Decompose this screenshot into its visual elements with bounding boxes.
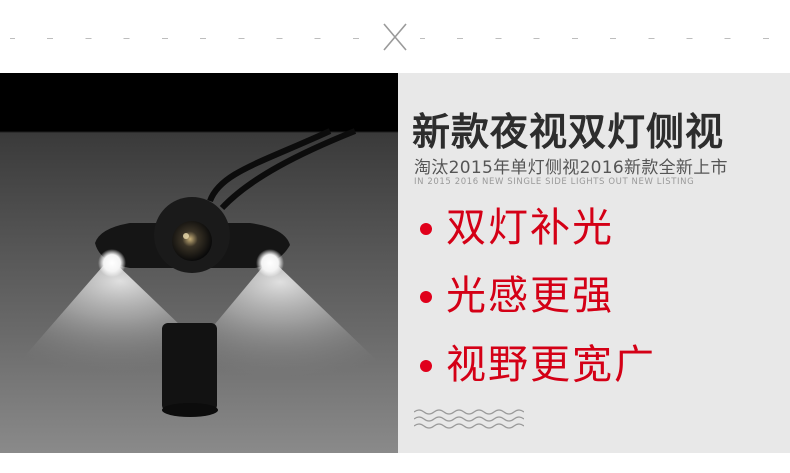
top-divider xyxy=(0,22,790,52)
panel-subtitle: 淘汰2015年单灯侧视2016新款全新上市 xyxy=(414,158,728,178)
feature-label: 视野更宽广 xyxy=(446,342,656,388)
product-page: 新款夜视双灯侧视 淘汰2015年单灯侧视2016新款全新上市 IN 2015 2… xyxy=(0,0,790,473)
dashed-line-left xyxy=(10,38,370,39)
bullet-dot-icon xyxy=(420,291,432,303)
camera-illustration xyxy=(10,128,390,417)
feature-panel: 新款夜视双灯侧视 淘汰2015年单灯侧视2016新款全新上市 IN 2015 2… xyxy=(398,73,790,453)
panel-title: 新款夜视双灯侧视 xyxy=(412,110,725,154)
x-mark-icon xyxy=(383,23,407,51)
panel-english-caption: IN 2015 2016 NEW SINGLE SIDE LIGHTS OUT … xyxy=(414,177,695,187)
feature-label: 光感更强 xyxy=(446,273,614,319)
camera-photo xyxy=(0,73,398,453)
dashed-line-right xyxy=(420,38,780,39)
bullet-dot-icon xyxy=(420,223,432,235)
feature-label: 双灯补光 xyxy=(446,205,614,251)
wave-decoration-icon xyxy=(414,409,524,429)
bullet-dot-icon xyxy=(420,360,432,372)
